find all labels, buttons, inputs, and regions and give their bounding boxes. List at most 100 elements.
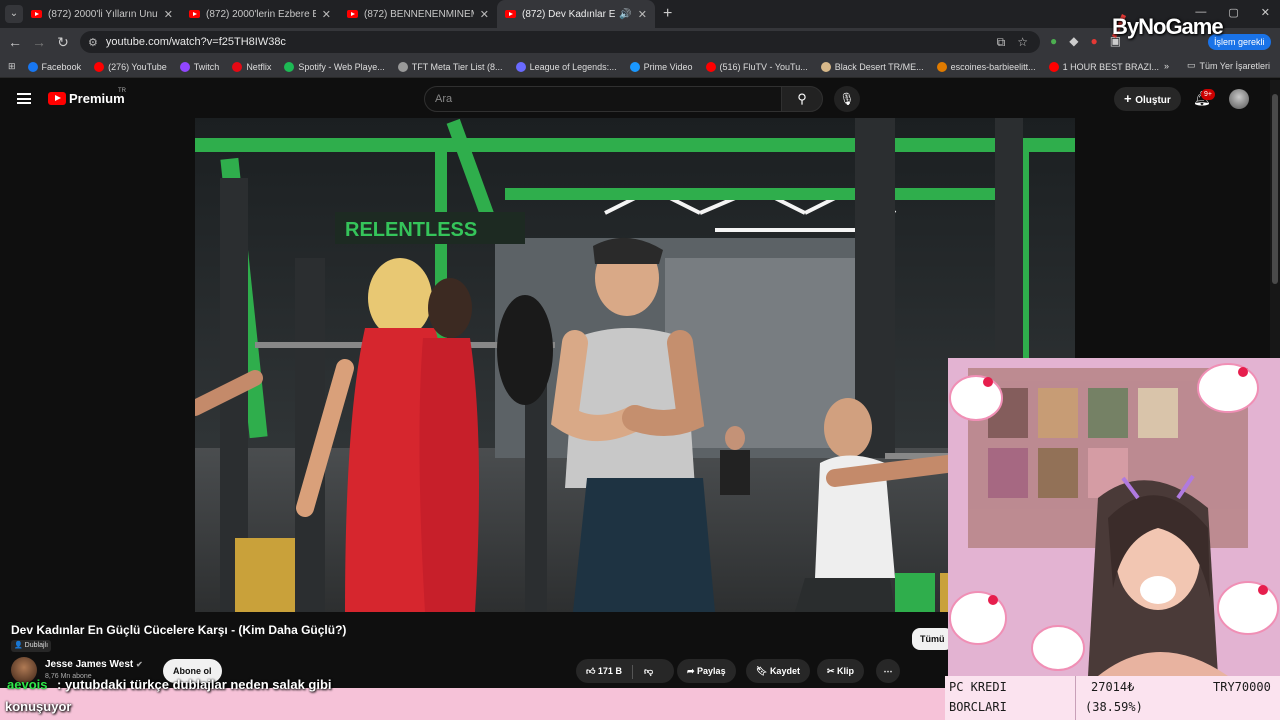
close-tab-icon[interactable]: ✕	[322, 8, 331, 21]
browser-tab[interactable]: (872) 2000'lerin Ezbere Bilinen ✕	[181, 0, 339, 28]
speaker-icon[interactable]: 🔊	[619, 9, 631, 20]
browser-tab[interactable]: (872) 2000'li Yılların Unutulma ✕	[23, 0, 181, 28]
new-tab-icon[interactable]: +	[663, 5, 672, 23]
dub-icon: 👤	[14, 642, 25, 649]
all-bookmarks-label: Tüm Yer İşaretleri	[1199, 60, 1270, 71]
youtube-favicon-icon	[189, 10, 200, 18]
search-button[interactable]: ⚲	[781, 86, 823, 112]
bookmark-star-icon[interactable]: ☆	[1017, 35, 1028, 50]
bookmark-item[interactable]: Black Desert TR/ME...	[820, 61, 924, 72]
tab-title: (872) Dev Kadınlar En Güçlü	[522, 8, 616, 20]
bookmark-item[interactable]: Netflix	[232, 61, 271, 72]
goal-current-value: 27014₺	[1091, 680, 1135, 694]
search-icon: ⚲	[797, 91, 807, 106]
close-tab-icon[interactable]: ✕	[638, 8, 647, 21]
bookmark-item[interactable]: Prime Video	[629, 61, 693, 72]
goal-label-line2: BORCLARI	[949, 700, 1007, 714]
search-input[interactable]: Ara	[424, 86, 782, 112]
bookmark-item[interactable]: (516) FluTV - YouTu...	[705, 61, 808, 72]
dislike-button[interactable]: 👎︎	[644, 666, 653, 676]
goal-percent: (38.59%)	[1085, 700, 1143, 714]
save-button[interactable]: 🔖︎ Kaydet	[746, 659, 810, 683]
gym-sign: RELENTLESS	[345, 219, 477, 241]
chat-username: aevois	[7, 677, 48, 692]
bookmark-item[interactable]: Spotify - Web Playe...	[284, 61, 385, 72]
more-dots-icon: ⋯	[883, 666, 893, 676]
site-info-icon[interactable]: ⚙	[88, 36, 98, 49]
dubbed-label: Dublajlı	[24, 642, 49, 649]
bookmark-label: (276) YouTube	[108, 61, 167, 72]
bookmark-favicon-icon	[94, 61, 105, 72]
microphone-icon: 🎙	[839, 92, 855, 106]
close-window-icon[interactable]: ✕	[1261, 6, 1270, 19]
chevron-right-icon[interactable]: »	[1164, 61, 1169, 71]
bookmark-item[interactable]: TFT Meta Tier List (8...	[397, 61, 503, 72]
tab-search-dropdown[interactable]: ⌄	[5, 5, 23, 23]
bookmark-label: Spotify - Web Playe...	[298, 61, 385, 72]
reload-icon[interactable]: ↻	[51, 34, 75, 51]
bookmark-item[interactable]: League of Legends:...	[515, 61, 617, 72]
browser-tab[interactable]: (872) BENNENENMİNEMEMİM ✕	[339, 0, 497, 28]
create-button[interactable]: + Oluştur	[1114, 87, 1181, 111]
bookmark-favicon-icon	[397, 61, 408, 72]
clip-button[interactable]: ✂ Klip	[817, 659, 865, 683]
bookmark-label: (516) FluTV - YouTu...	[719, 61, 808, 72]
bookmark-item[interactable]: (276) YouTube	[94, 61, 167, 72]
tab-title: (872) 2000'lerin Ezbere Bilinen	[206, 8, 316, 20]
close-tab-icon[interactable]: ✕	[480, 8, 489, 21]
youtube-header: Premium TR Ara ⚲ 🎙 + Oluştur 🔔︎ 9+	[0, 78, 1270, 120]
like-button[interactable]: 👍︎ 171 B	[586, 666, 622, 676]
goal-target-value: TRY70000	[1213, 680, 1271, 694]
share-button[interactable]: ➦ Paylaş	[677, 659, 736, 683]
back-icon[interactable]: ←	[3, 34, 27, 50]
webcam-frame	[948, 358, 1280, 676]
bookmark-label: League of Legends:...	[529, 61, 617, 72]
install-app-icon[interactable]: ⧉	[997, 35, 1006, 50]
streamer-webcam	[948, 358, 1280, 676]
bookmark-label: Black Desert TR/ME...	[834, 61, 924, 72]
chat-message-line2: konuşuyor	[5, 699, 72, 714]
chat-message-line1: : yutubdaki türkçe dublajlar neden salak…	[57, 677, 332, 692]
extension-diamond-icon[interactable]: ◆	[1069, 34, 1078, 48]
account-avatar[interactable]	[1229, 89, 1249, 109]
save-label: Kaydet	[769, 666, 800, 676]
video-title: Dev Kadınlar En Güçlü Cücelere Karşı - (…	[11, 623, 347, 637]
more-actions-button[interactable]: ⋯	[876, 659, 900, 683]
channel-name[interactable]: Jesse James West ✔	[45, 659, 143, 670]
bookmark-item[interactable]: Twitch	[179, 61, 219, 72]
close-tab-icon[interactable]: ✕	[164, 8, 173, 21]
menu-icon[interactable]	[17, 93, 31, 104]
bookmark-item[interactable]: escoines-barbieelitt...	[936, 61, 1036, 72]
tab-title: (872) 2000'li Yılların Unutulma	[48, 8, 158, 20]
video-player[interactable]: RELENTLESS	[195, 118, 1075, 612]
forward-icon[interactable]: →	[27, 34, 51, 50]
like-count: 171 B	[597, 666, 622, 676]
browser-tab-strip: ⌄ (872) 2000'li Yılların Unutulma ✕ (872…	[0, 0, 1280, 28]
apps-grid-icon[interactable]: ⊞	[8, 61, 16, 72]
youtube-logo-icon[interactable]	[48, 92, 66, 105]
chat-overlay-bar	[0, 688, 945, 720]
url-bar[interactable]: ⚙ youtube.com/watch?v=f25TH8IW38c ⧉ ☆	[80, 31, 1040, 53]
extension-shield-icon[interactable]: ●	[1050, 34, 1057, 48]
filter-chip-all[interactable]: Tümü	[912, 628, 953, 650]
channel-name-text: Jesse James West	[45, 659, 134, 670]
bookmark-label: TFT Meta Tier List (8...	[411, 61, 503, 72]
bookmark-item[interactable]: Facebook	[27, 61, 81, 72]
tab-title: (872) BENNENENMİNEMEMİM	[364, 8, 474, 20]
maximize-icon[interactable]: ▢	[1228, 6, 1238, 19]
voice-search-button[interactable]: 🎙	[834, 86, 860, 112]
bookmark-favicon-icon	[629, 61, 640, 72]
youtube-favicon-icon	[347, 10, 358, 18]
like-dislike-group: 👍︎ 171 B 👎︎	[576, 659, 674, 683]
scrollbar-thumb[interactable]	[1272, 94, 1278, 284]
goal-label-line1: PC KREDI	[949, 680, 1007, 694]
thumbs-up-icon: 👍︎	[586, 666, 596, 676]
all-bookmarks[interactable]: » ▭ Tüm Yer İşaretleri	[1164, 60, 1270, 71]
bookmark-item[interactable]: 1 HOUR BEST BRAZI...	[1048, 61, 1159, 72]
bookmark-label: 1 HOUR BEST BRAZI...	[1062, 61, 1159, 72]
premium-logo-text[interactable]: Premium	[69, 91, 125, 106]
browser-tab-active[interactable]: (872) Dev Kadınlar En Güçlü 🔊 ✕	[497, 0, 655, 28]
extension-red-icon[interactable]: ●	[1090, 34, 1097, 48]
bookmark-label: Prime Video	[643, 61, 693, 72]
verified-check-icon: ✔	[136, 660, 143, 669]
